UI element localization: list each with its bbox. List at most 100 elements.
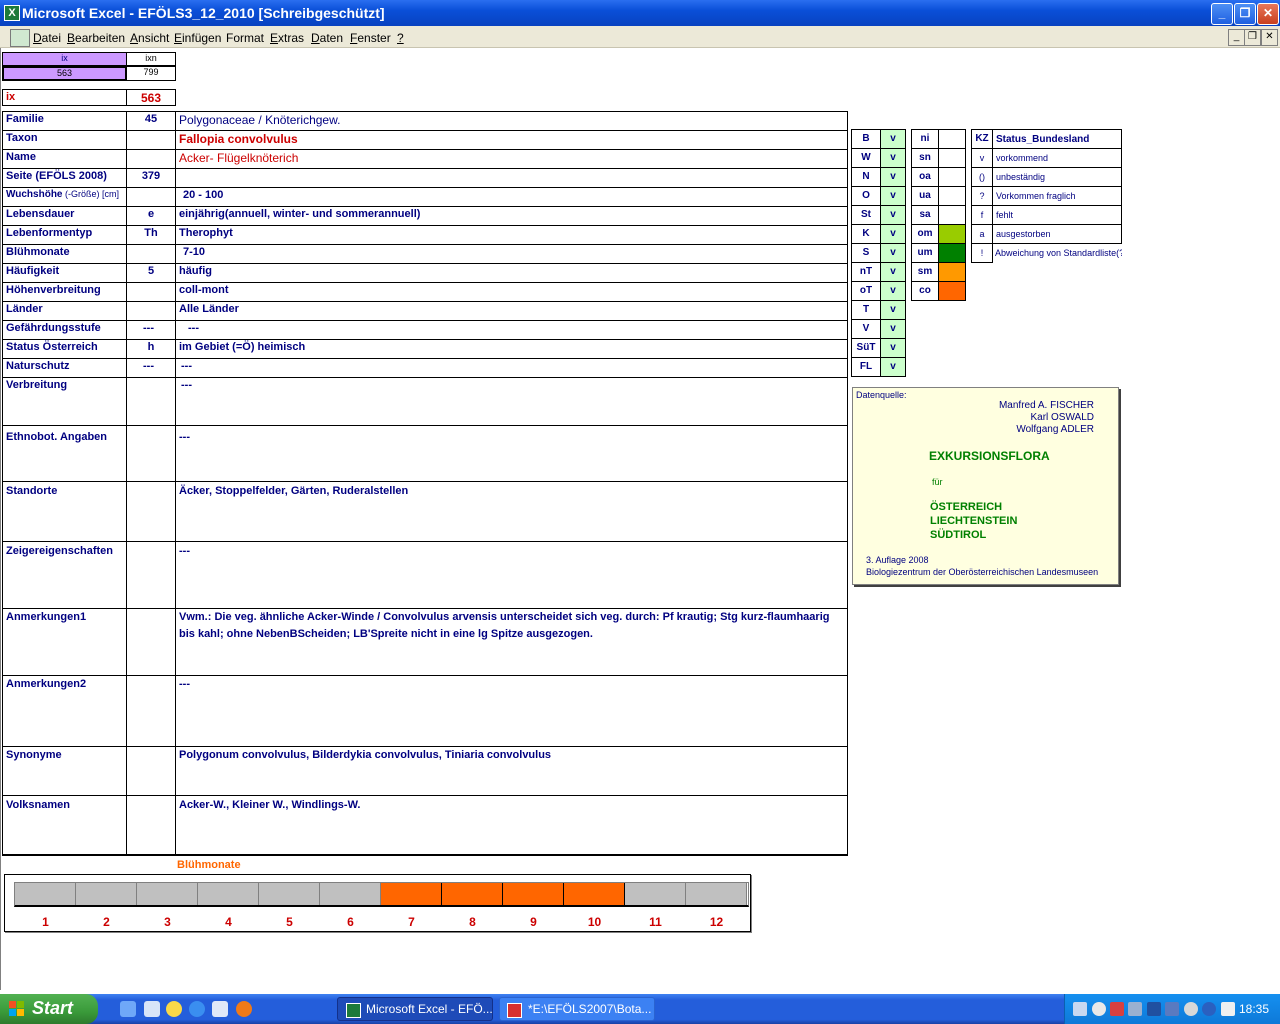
month-label: 5 bbox=[286, 915, 293, 929]
menu-help[interactable]: ? bbox=[397, 31, 404, 45]
code-anmerkungen1 bbox=[126, 608, 176, 676]
altitude-zone-color bbox=[938, 205, 966, 225]
network-icon[interactable] bbox=[1073, 1002, 1087, 1016]
workbook-close-button[interactable]: ✕ bbox=[1261, 29, 1278, 46]
code-anmerkungen2 bbox=[126, 675, 176, 747]
code-laender bbox=[126, 301, 176, 321]
label-haeufigkeit: Häufigkeit bbox=[2, 263, 127, 283]
workbook-restore-button[interactable]: ❐ bbox=[1244, 29, 1261, 46]
quicklaunch-media-icon[interactable] bbox=[166, 1001, 182, 1017]
value-standorte: Äcker, Stoppelfelder, Gärten, Ruderalste… bbox=[175, 481, 848, 542]
code-synonyme bbox=[126, 746, 176, 796]
month-bar bbox=[259, 883, 320, 905]
menu-datei[interactable]: Datei bbox=[33, 31, 61, 45]
label-familie: Familie bbox=[2, 111, 127, 131]
menu-einfuegen[interactable]: Einfügen bbox=[174, 31, 221, 45]
value-seite bbox=[175, 168, 848, 188]
value-lebensform: Therophyt bbox=[175, 225, 848, 245]
value-laender: Alle Länder bbox=[175, 301, 848, 321]
maximize-button[interactable]: ❐ bbox=[1234, 3, 1256, 25]
state-status-value: v bbox=[880, 300, 906, 320]
quicklaunch-desktop-icon[interactable] bbox=[120, 1001, 136, 1017]
month-label: 6 bbox=[347, 915, 354, 929]
state-status-value: v bbox=[880, 243, 906, 263]
state-code: nT bbox=[851, 262, 881, 282]
legend-kz: a bbox=[971, 224, 993, 244]
menu-extras[interactable]: Extras bbox=[270, 31, 304, 45]
state-status-value: v bbox=[880, 129, 906, 149]
value-hoehenverbreitung: coll-mont bbox=[175, 282, 848, 302]
document-icon[interactable] bbox=[10, 29, 30, 47]
value-familie: Polygonaceae / Knöterichgew. bbox=[175, 111, 848, 131]
label-standorte: Standorte bbox=[2, 481, 127, 542]
month-label: 12 bbox=[709, 915, 724, 929]
source-edition: 3. Auflage 2008 Biologiezentrum der Ober… bbox=[866, 555, 1099, 577]
source-regions: ÖSTERREICH LIECHTENSTEIN SÜDTIROL bbox=[930, 501, 1018, 541]
code-lebensdauer: e bbox=[126, 206, 176, 226]
start-button[interactable]: Start bbox=[0, 994, 98, 1024]
bluetooth-icon[interactable] bbox=[1165, 1002, 1179, 1016]
label-lebensform: Lebenformentyp bbox=[2, 225, 127, 245]
task-document[interactable]: *E:\EFÖLS2007\Bota... bbox=[499, 997, 655, 1021]
legend-kz: () bbox=[971, 167, 993, 187]
state-code: St bbox=[851, 205, 881, 225]
altitude-zone-color bbox=[938, 243, 966, 263]
excel-task-icon bbox=[346, 1003, 361, 1018]
state-status-value: v bbox=[880, 338, 906, 358]
value-verbreitung: --- bbox=[175, 377, 848, 426]
settings-icon[interactable] bbox=[1128, 1002, 1142, 1016]
close-button[interactable]: ✕ bbox=[1257, 3, 1279, 25]
excel-app-icon[interactable]: X bbox=[4, 5, 20, 21]
value-anmerkungen1: Vwm.: Die veg. ähnliche Acker-Winde / Co… bbox=[175, 608, 848, 676]
menu-format[interactable]: Format bbox=[226, 31, 264, 45]
code-bluehmonate bbox=[126, 244, 176, 264]
quicklaunch-mail-icon[interactable] bbox=[212, 1001, 228, 1017]
code-zeigereigenschaften bbox=[126, 541, 176, 609]
search-icon[interactable] bbox=[1092, 1002, 1106, 1016]
source-box: Datenquelle: Manfred A. FISCHER Karl OSW… bbox=[852, 387, 1119, 585]
altitude-zone-color bbox=[938, 148, 966, 168]
altitude-zone-code: oa bbox=[911, 167, 939, 187]
state-code: V bbox=[851, 319, 881, 339]
menu-ansicht[interactable]: Ansicht bbox=[130, 31, 169, 45]
label-anmerkungen2: Anmerkungen2 bbox=[2, 675, 127, 747]
window-title: Microsoft Excel - EFÖLS3_12_2010 [Schrei… bbox=[22, 5, 385, 21]
value-anmerkungen2: --- bbox=[175, 675, 848, 747]
state-status-value: v bbox=[880, 357, 906, 377]
legend-status-text: Vorkommen fraglich bbox=[992, 186, 1122, 206]
label-laender: Länder bbox=[2, 301, 127, 321]
state-status-value: v bbox=[880, 262, 906, 282]
altitude-zone-code: om bbox=[911, 224, 939, 244]
workbook-minimize-button[interactable]: _ bbox=[1228, 29, 1245, 46]
label-volksnamen: Volksnamen bbox=[2, 795, 127, 856]
quicklaunch-firefox-icon[interactable] bbox=[236, 1001, 252, 1017]
quicklaunch-ie-icon[interactable] bbox=[189, 1001, 205, 1017]
legend-kz: ! bbox=[971, 243, 993, 263]
minimize-button[interactable]: _ bbox=[1211, 3, 1233, 25]
label-name: Name bbox=[2, 149, 127, 169]
menu-bearbeiten[interactable]: Bearbeiten bbox=[67, 31, 125, 45]
altitude-zone-code: sa bbox=[911, 205, 939, 225]
ixn-value-cell[interactable]: 799 bbox=[126, 66, 176, 81]
month-bar bbox=[381, 883, 442, 905]
legend-status-text: fehlt bbox=[992, 205, 1122, 225]
shield-icon[interactable] bbox=[1147, 1002, 1161, 1016]
altitude-zone-code: sm bbox=[911, 262, 939, 282]
month-label: 11 bbox=[649, 915, 662, 929]
speaker-icon[interactable] bbox=[1184, 1002, 1198, 1016]
menu-daten[interactable]: Daten bbox=[311, 31, 343, 45]
ix-number-cell: 563 bbox=[126, 89, 176, 106]
info-icon[interactable] bbox=[1202, 1002, 1216, 1016]
quicklaunch-explorer-icon[interactable] bbox=[144, 1001, 160, 1017]
ix-value-cell[interactable]: 563 bbox=[2, 66, 127, 81]
legend-kz: ? bbox=[971, 186, 993, 206]
month-bar bbox=[503, 883, 564, 905]
value-gefaehrdungsstufe: --- bbox=[175, 320, 848, 340]
menu-fenster[interactable]: Fenster bbox=[350, 31, 391, 45]
value-zeigereigenschaften: --- bbox=[175, 541, 848, 609]
worksheet: ix ixn 563 799 ix 563 Familie 45 Polygon… bbox=[0, 48, 1280, 990]
tray-app-icon[interactable] bbox=[1110, 1002, 1124, 1016]
security-icon[interactable] bbox=[1221, 1002, 1235, 1016]
label-status-oesterreich: Status Österreich bbox=[2, 339, 127, 359]
code-status-oesterreich: h bbox=[126, 339, 176, 359]
